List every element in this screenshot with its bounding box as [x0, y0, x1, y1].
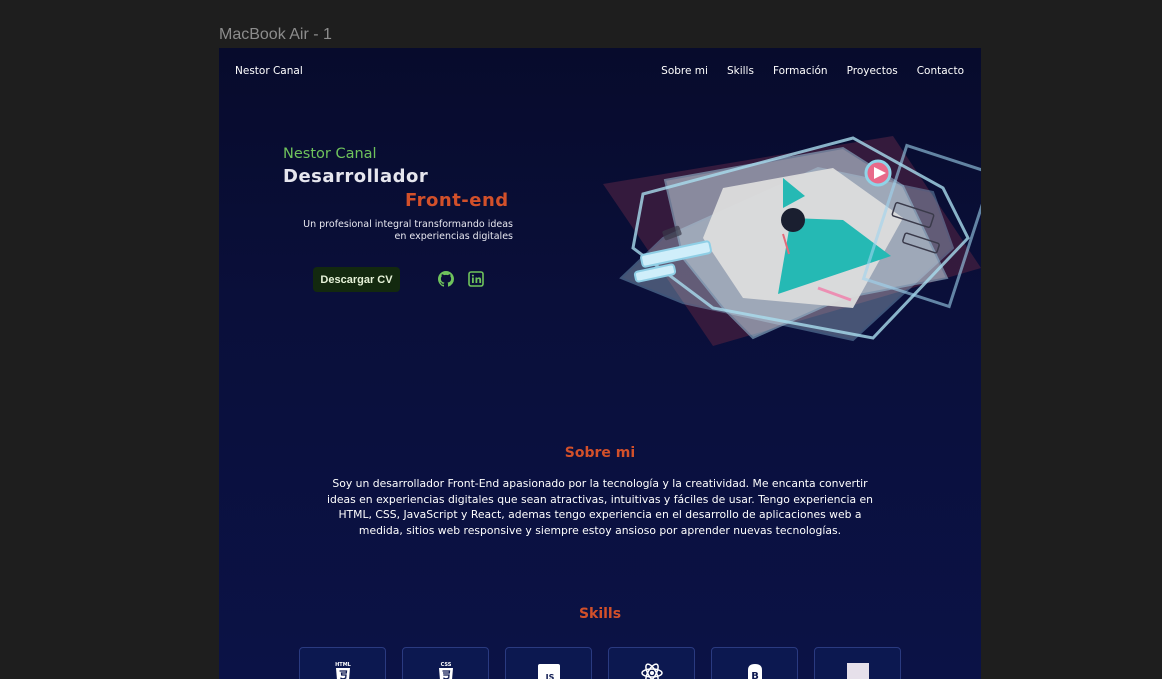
- nav-link-proyectos[interactable]: Proyectos: [847, 65, 898, 77]
- github-icon[interactable]: [438, 271, 454, 287]
- portfolio-page: Nestor Canal Sobre mi Skills Formación P…: [219, 48, 981, 679]
- skill-card-css: CSS: [402, 647, 489, 679]
- skills-section-title: Skills: [578, 606, 622, 622]
- html5-icon-label: HTML: [335, 662, 352, 668]
- nav-link-contacto[interactable]: Contacto: [917, 65, 964, 77]
- bootstrap-icon-label: B: [751, 671, 759, 679]
- javascript-icon: JS: [537, 664, 560, 679]
- skill-card-extra: [814, 647, 901, 679]
- hero-tagline-line2: en experiencias digitales: [394, 231, 513, 242]
- skill-card-bootstrap: B: [711, 647, 798, 679]
- main-nav: Sobre mi Skills Formación Proyectos Cont…: [661, 65, 964, 77]
- nav-link-formacion[interactable]: Formación: [773, 65, 828, 77]
- about-text: Soy un desarrollador Front-End apasionad…: [327, 477, 873, 537]
- skill-card-javascript: JS: [505, 647, 592, 679]
- html5-icon: HTML: [335, 662, 352, 679]
- nav-link-skills[interactable]: Skills: [727, 65, 754, 77]
- hero-role-line1: Desarrollador: [283, 166, 429, 187]
- download-cv-button[interactable]: Descargar CV: [313, 267, 400, 292]
- skill-card-react: [608, 647, 695, 679]
- javascript-icon-label: JS: [544, 673, 554, 679]
- linkedin-icon[interactable]: [468, 271, 484, 287]
- bootstrap-icon: B: [747, 664, 762, 679]
- skill-card-html: HTML: [299, 647, 386, 679]
- hero-illustration: [603, 136, 981, 346]
- nav-link-sobre-mi[interactable]: Sobre mi: [661, 65, 708, 77]
- hero-tagline-line1: Un profesional integral transformando id…: [303, 219, 513, 230]
- blank-icon: [846, 663, 869, 679]
- hero-name: Nestor Canal: [283, 146, 377, 162]
- hero-tagline: Un profesional integral transformando id…: [279, 219, 513, 243]
- about-section-title: Sobre mi: [564, 445, 636, 461]
- react-icon: [640, 663, 663, 679]
- frame-label: MacBook Air - 1: [219, 26, 332, 43]
- hero-role-line2: Front-end: [405, 190, 509, 211]
- nav-brand[interactable]: Nestor Canal: [235, 65, 303, 77]
- css3-icon-label: CSS: [440, 662, 451, 668]
- css3-icon: CSS: [438, 662, 453, 679]
